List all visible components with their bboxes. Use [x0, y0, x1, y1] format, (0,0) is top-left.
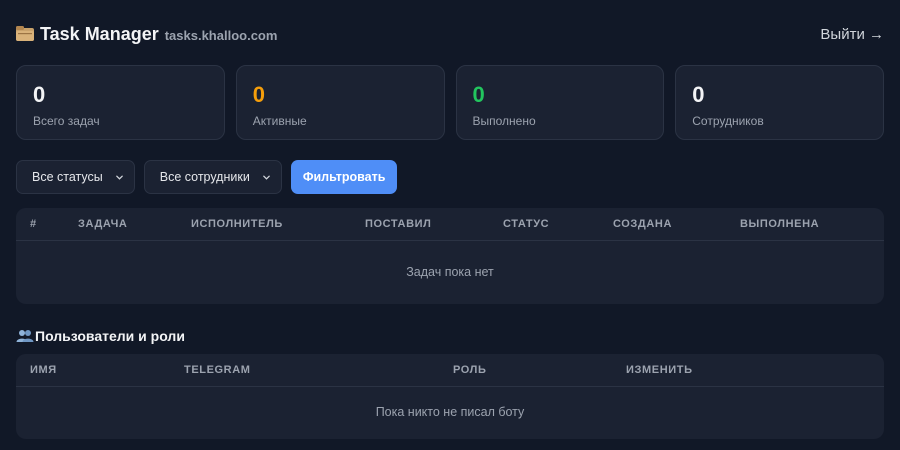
- tasks-table-header: # ЗАДАЧА ИСПОЛНИТЕЛЬ ПОСТАВИЛ СТАТУС СОЗ…: [16, 208, 884, 241]
- users-table: ИМЯ TELEGRAM РОЛЬ ИЗМЕНИТЬ Пока никто не…: [16, 354, 884, 439]
- header: Task Manager tasks.khalloo.com Выйти →: [16, 20, 884, 48]
- users-table-header: ИМЯ TELEGRAM РОЛЬ ИЗМЕНИТЬ: [16, 354, 884, 387]
- employee-select[interactable]: Все сотрудники: [143, 160, 282, 194]
- stat-label: Выполнено: [472, 114, 536, 128]
- status-select[interactable]: Все статусы: [16, 160, 135, 194]
- filter-button[interactable]: Фильтровать: [290, 160, 398, 194]
- column-header-status: СТАТУС: [503, 218, 550, 230]
- logout-link[interactable]: Выйти →: [820, 26, 884, 43]
- app-domain: tasks.khalloo.com: [164, 27, 278, 43]
- app-title: Task Manager: [40, 23, 159, 44]
- tasks-empty-message: Задач пока нет: [406, 265, 494, 279]
- column-header-created: СОЗДАНА: [613, 218, 672, 230]
- chevron-down-icon: [115, 175, 123, 180]
- stat-done: 0 Выполнено: [455, 65, 665, 140]
- stat-label: Активные: [252, 114, 307, 128]
- column-header-number: #: [30, 218, 37, 230]
- stats-row: 0 Всего задач 0 Активные 0 Выполнено 0 С…: [16, 65, 884, 140]
- users-section-title: Пользователи и роли: [16, 328, 185, 344]
- users-empty-message: Пока никто не писал боту: [375, 405, 525, 419]
- users-section-label: Пользователи и роли: [35, 328, 185, 344]
- stat-label: Сотрудников: [692, 114, 764, 128]
- brand: Task Manager tasks.khalloo.com: [16, 24, 277, 45]
- employee-select-value: Все сотрудники: [159, 170, 250, 184]
- column-header-telegram: TELEGRAM: [184, 364, 251, 376]
- filters-bar: Все статусы Все сотрудники Фильтровать: [16, 160, 398, 194]
- users-icon: [16, 330, 34, 342]
- column-header-assignee: ИСПОЛНИТЕЛЬ: [191, 218, 283, 230]
- status-select-value: Все статусы: [32, 170, 103, 184]
- column-header-assigned-by: ПОСТАВИЛ: [365, 218, 432, 230]
- stat-label: Всего задач: [33, 114, 100, 128]
- column-header-task: ЗАДАЧА: [78, 218, 128, 230]
- stat-employees: 0 Сотрудников: [675, 65, 884, 140]
- column-header-name: ИМЯ: [30, 364, 57, 376]
- stat-value: 0: [472, 82, 485, 107]
- stat-active: 0 Активные: [235, 65, 445, 140]
- column-header-edit: ИЗМЕНИТЬ: [626, 364, 693, 376]
- tasks-table: # ЗАДАЧА ИСПОЛНИТЕЛЬ ПОСТАВИЛ СТАТУС СОЗ…: [16, 208, 884, 304]
- stat-total-tasks: 0 Всего задач: [16, 65, 225, 140]
- stat-value: 0: [252, 82, 265, 107]
- stat-value: 0: [692, 82, 705, 107]
- column-header-role: РОЛЬ: [453, 364, 487, 376]
- column-header-completed: ВЫПОЛНЕНА: [740, 218, 820, 230]
- folder-icon: [16, 25, 34, 41]
- chevron-down-icon: [262, 175, 270, 180]
- stat-value: 0: [33, 82, 46, 107]
